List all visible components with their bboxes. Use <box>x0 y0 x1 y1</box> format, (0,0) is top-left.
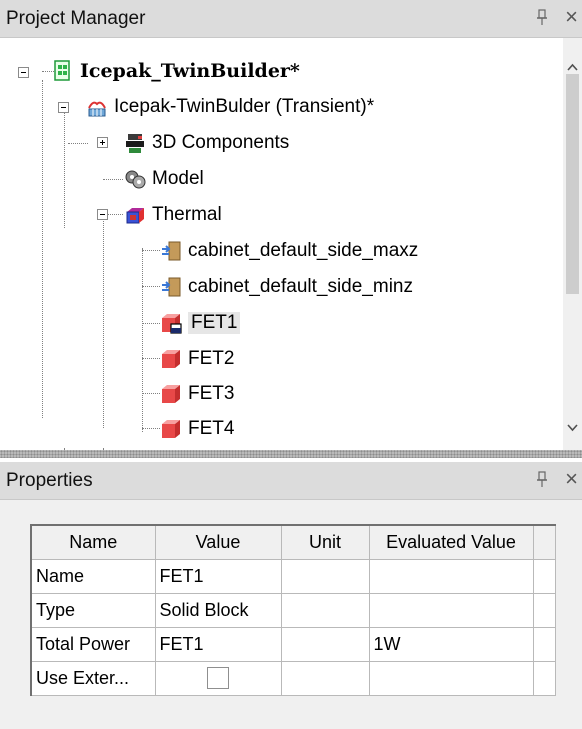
tree-label: cabinet_default_side_maxz <box>188 240 419 261</box>
tree-line <box>108 214 123 215</box>
property-value-cell[interactable]: FET1 <box>154 558 282 594</box>
tree-label: cabinet_default_side_minz <box>188 276 413 297</box>
tree-line <box>142 393 160 394</box>
tree-label: FET3 <box>188 383 235 404</box>
project-icon <box>54 60 70 81</box>
solid-block-icon <box>162 314 182 334</box>
column-header-evaluated-value[interactable]: Evaluated Value <box>368 524 534 560</box>
property-value-cell[interactable]: FET1 <box>154 626 282 662</box>
property-unit-cell[interactable] <box>280 626 370 662</box>
table-filler-cell <box>532 592 556 628</box>
close-icon[interactable]: × <box>565 468 578 490</box>
boundary-icon <box>162 277 181 297</box>
boundary-icon <box>162 241 181 261</box>
properties-header: Properties × <box>0 462 582 500</box>
tree-line <box>142 323 160 324</box>
model-icon <box>125 170 146 189</box>
use-external-checkbox[interactable] <box>207 667 229 690</box>
tree-line <box>42 80 43 418</box>
column-header-filler <box>532 524 556 560</box>
table-row[interactable]: Type Solid Block <box>30 592 556 628</box>
tree-label: Thermal <box>152 204 222 225</box>
table-filler-cell <box>532 558 556 594</box>
column-header-name[interactable]: Name <box>30 524 156 560</box>
property-unit-cell[interactable] <box>280 660 370 696</box>
table-row[interactable]: Total Power FET1 1W <box>30 626 556 662</box>
tree-scrollbar[interactable] <box>563 38 582 450</box>
property-name-cell: Type <box>30 592 156 628</box>
properties-table: Name Value Unit Evaluated Value Name FET… <box>30 524 556 696</box>
chevron-up-icon[interactable] <box>567 62 578 73</box>
scroll-thumb[interactable] <box>566 74 579 294</box>
collapse-thermal-toggle[interactable] <box>97 209 108 220</box>
property-value-cell[interactable]: Solid Block <box>154 592 282 628</box>
table-filler-cell <box>532 626 556 662</box>
tree-label: Icepak-TwinBulder (Transient)* <box>114 96 375 117</box>
tree-line <box>142 428 160 429</box>
tree-line <box>68 143 88 144</box>
property-unit-cell[interactable] <box>280 592 370 628</box>
table-row[interactable]: Name FET1 <box>30 558 556 594</box>
property-evaluated-cell <box>368 558 534 594</box>
close-icon[interactable]: × <box>565 6 578 28</box>
tree-item-fet1[interactable]: FET1 <box>160 308 241 338</box>
tree-line <box>64 110 65 228</box>
property-name-cell: Name <box>30 558 156 594</box>
tree-item-project[interactable]: Icepak_TwinBuilder* <box>52 56 300 86</box>
property-name-cell: Total Power <box>30 626 156 662</box>
tree-label: FET2 <box>188 348 235 369</box>
project-manager-header: Project Manager × <box>0 0 582 38</box>
property-evaluated-cell: 1W <box>368 626 534 662</box>
tree-line <box>142 286 160 287</box>
tree-item-fet2[interactable]: FET2 <box>160 344 234 374</box>
collapse-project-toggle[interactable] <box>18 67 29 78</box>
pin-icon[interactable] <box>536 471 548 489</box>
solid-block-icon <box>162 385 180 403</box>
tree-item-fet3[interactable]: FET3 <box>160 379 234 409</box>
column-header-unit[interactable]: Unit <box>280 524 370 560</box>
tree-label: Model <box>152 168 204 189</box>
tree-label: FET1 <box>188 312 241 334</box>
solid-block-icon <box>162 420 180 438</box>
collapse-design-toggle[interactable] <box>58 102 69 113</box>
table-row[interactable]: Use Exter... <box>30 660 556 696</box>
tree-item-design[interactable]: Icepak-TwinBulder (Transient)* <box>86 92 374 122</box>
chevron-down-icon[interactable] <box>567 422 578 433</box>
properties-title: Properties <box>6 470 93 491</box>
table-filler-cell <box>532 660 556 696</box>
table-header-row: Name Value Unit Evaluated Value <box>30 524 556 560</box>
3d-components-icon <box>126 134 144 153</box>
project-manager-title: Project Manager <box>6 8 146 29</box>
project-tree: Icepak_TwinBuilder* Icepak-TwinBulder (T… <box>0 38 563 450</box>
tree-line <box>103 216 104 428</box>
tree-item-3d-components[interactable]: 3D Components <box>124 128 289 158</box>
tree-line <box>142 358 160 359</box>
thermal-icon <box>126 208 144 224</box>
tree-item-model[interactable]: Model <box>124 164 204 194</box>
tree-label: FET4 <box>188 418 235 439</box>
property-evaluated-cell <box>368 660 534 696</box>
tree-item-thermal[interactable]: Thermal <box>124 200 222 230</box>
properties-panel: Name Value Unit Evaluated Value Name FET… <box>0 500 582 729</box>
pane-splitter[interactable] <box>0 450 582 458</box>
tree-line <box>142 250 160 251</box>
tree-item-fet4[interactable]: FET4 <box>160 414 234 444</box>
pin-icon[interactable] <box>536 9 548 27</box>
tree-line <box>103 179 123 180</box>
column-header-value[interactable]: Value <box>154 524 282 560</box>
tree-label: Icepak_TwinBuilder* <box>80 60 300 82</box>
tree-item-boundary[interactable]: cabinet_default_side_minz <box>160 272 413 302</box>
property-evaluated-cell <box>368 592 534 628</box>
property-unit-cell[interactable] <box>280 558 370 594</box>
solid-block-icon <box>162 350 180 368</box>
tree-label: 3D Components <box>152 132 290 153</box>
tree-item-boundary[interactable]: cabinet_default_side_maxz <box>160 236 418 266</box>
expand-3d-components-toggle[interactable] <box>97 137 108 148</box>
property-value-cell[interactable] <box>154 660 282 696</box>
property-name-cell: Use Exter... <box>30 660 156 696</box>
tree-line <box>142 248 143 432</box>
icepak-design-icon <box>88 101 106 117</box>
